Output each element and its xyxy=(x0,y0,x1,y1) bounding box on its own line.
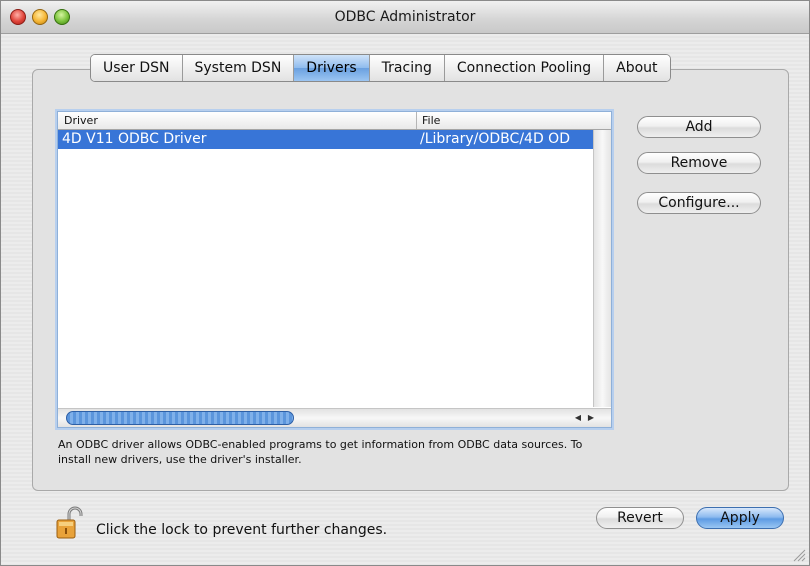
tab-bar: User DSN System DSN Drivers Tracing Conn… xyxy=(90,54,671,82)
column-header-file[interactable]: File xyxy=(422,114,440,127)
configure-button[interactable]: Configure... xyxy=(637,192,761,214)
table-row[interactable]: 4D V11 ODBC Driver /Library/ODBC/4D OD xyxy=(58,130,593,149)
tab-user-dsn[interactable]: User DSN xyxy=(91,55,183,81)
drivers-description: An ODBC driver allows ODBC-enabled progr… xyxy=(58,438,583,466)
apply-button[interactable]: Apply xyxy=(696,507,784,529)
arrow-left-icon[interactable]: ◀ xyxy=(573,412,583,424)
column-divider[interactable] xyxy=(416,112,417,129)
resize-grip-icon[interactable] xyxy=(792,548,806,562)
horizontal-scrollbar[interactable]: ◀ ▶ xyxy=(58,408,611,427)
table-header: Driver File xyxy=(58,112,611,130)
vertical-scrollbar[interactable] xyxy=(593,130,611,407)
lock-open-icon[interactable] xyxy=(55,506,89,542)
tab-connection-pooling[interactable]: Connection Pooling xyxy=(444,55,605,81)
tab-drivers[interactable]: Drivers xyxy=(294,55,370,81)
driver-name-cell: 4D V11 ODBC Driver xyxy=(62,131,207,147)
window-title: ODBC Administrator xyxy=(334,9,476,25)
tab-tracing[interactable]: Tracing xyxy=(369,55,445,81)
remove-button[interactable]: Remove xyxy=(637,152,761,174)
lock-message: Click the lock to prevent further change… xyxy=(96,522,388,538)
revert-button[interactable]: Revert xyxy=(596,507,684,529)
title-bar[interactable]: ODBC Administrator xyxy=(1,1,809,34)
add-button[interactable]: Add xyxy=(637,116,761,138)
driver-file-cell: /Library/ODBC/4D OD xyxy=(420,131,570,147)
column-header-driver[interactable]: Driver xyxy=(64,114,98,127)
drivers-table[interactable]: Driver File 4D V11 ODBC Driver /Library/… xyxy=(57,111,612,428)
arrow-right-icon[interactable]: ▶ xyxy=(586,412,596,424)
horizontal-scroll-thumb[interactable] xyxy=(66,411,294,425)
tab-system-dsn[interactable]: System DSN xyxy=(182,55,295,81)
tab-about[interactable]: About xyxy=(604,55,670,81)
window-content: User DSN System DSN Drivers Tracing Conn… xyxy=(1,34,809,565)
odbc-administrator-window: ODBC Administrator User DSN System DSN D… xyxy=(0,0,810,566)
